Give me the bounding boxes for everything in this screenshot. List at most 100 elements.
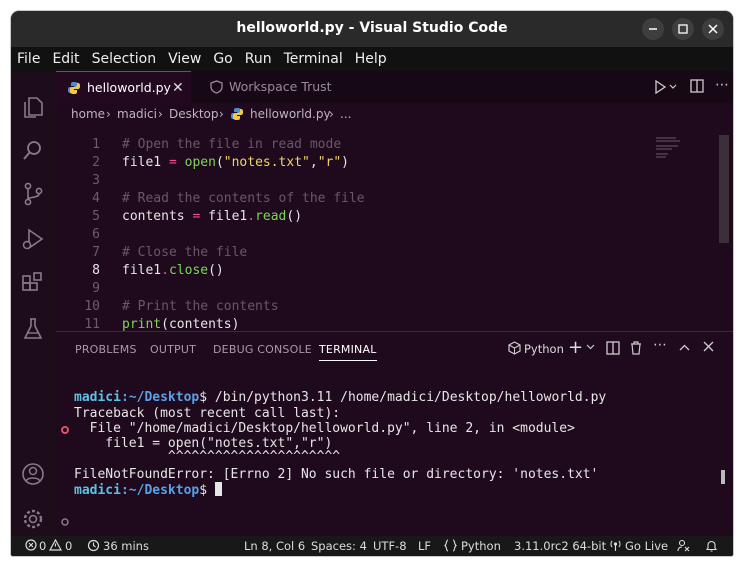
- menu-run[interactable]: Run: [239, 47, 278, 71]
- terminal-prompt: madici:~/Desktop$: [74, 482, 222, 498]
- minimize-button[interactable]: [642, 18, 664, 40]
- new-terminal-plus-icon[interactable]: +: [568, 337, 583, 358]
- python-interpreter[interactable]: 3.11.0rc2 64-bit: [514, 536, 606, 556]
- warning-count[interactable]: 0: [65, 536, 72, 556]
- status-bar: 0 0 36 mins Ln 8, Col 6 Spaces: 4 UTF-8 …: [11, 536, 733, 556]
- more-actions-icon[interactable]: ⋯: [715, 77, 729, 93]
- run-file-icon[interactable]: [654, 80, 678, 94]
- tab-debug-console[interactable]: DEBUG CONSOLE: [213, 343, 312, 356]
- maximize-button[interactable]: [672, 18, 694, 40]
- code-editor[interactable]: 1 # Open the file in read mode 2 file1 = o…: [56, 125, 733, 332]
- maximize-panel-icon[interactable]: [679, 344, 690, 351]
- feedback-icon[interactable]: [677, 539, 690, 552]
- breadcrumb-home[interactable]: home: [71, 103, 105, 125]
- python-file-icon: [230, 107, 244, 121]
- shield-icon: [210, 80, 223, 94]
- menu-view[interactable]: View: [162, 47, 207, 71]
- search-icon[interactable]: [20, 137, 46, 163]
- breadcrumb: home › madici › Desktop › helloworld.py …: [56, 103, 733, 125]
- activity-bar: [11, 71, 56, 536]
- tab-problems[interactable]: PROBLEMS: [75, 343, 137, 356]
- language-braces-icon: [444, 539, 457, 552]
- code-line-5: contents = file1.read(): [122, 209, 303, 224]
- breadcrumb-madici[interactable]: madici: [117, 103, 157, 125]
- code-line: 2 file1 = open("notes.txt","r"): [56, 154, 656, 172]
- error-circle-icon[interactable]: [25, 539, 37, 551]
- terminal-user: madici: [74, 483, 121, 498]
- trash-icon[interactable]: [630, 341, 642, 355]
- title-bar: helloworld.py - Visual Studio Code: [11, 11, 733, 47]
- split-terminal-icon[interactable]: [606, 341, 620, 355]
- traceback-line: ^^^^^^^^^^^^^^^^^^^^^^: [74, 449, 341, 464]
- line-number: 4: [92, 191, 100, 206]
- code-line: 5 contents = file1.read(): [56, 208, 656, 226]
- line-number: 5: [92, 209, 100, 224]
- menu-help[interactable]: Help: [349, 47, 393, 71]
- tab-workspace-trust[interactable]: Workspace Trust: [196, 71, 336, 103]
- menu-edit[interactable]: Edit: [46, 47, 85, 71]
- terminal-scrollbar[interactable]: [721, 470, 725, 484]
- code-line: 10 # Print the contents: [56, 298, 656, 316]
- code-line: 8 file1.close(): [56, 262, 656, 280]
- menu-bar: File Edit Selection View Go Run Terminal Help: [11, 47, 733, 71]
- testing-flask-icon[interactable]: [20, 316, 46, 342]
- code-line: 9: [56, 280, 656, 298]
- history-clock-icon[interactable]: [87, 539, 100, 552]
- code-line: 4 # Read the contents of the file: [56, 190, 656, 208]
- line-number: 6: [92, 227, 100, 242]
- line-number: 7: [92, 245, 100, 260]
- code-line: 3: [56, 172, 656, 190]
- line-ending[interactable]: LF: [418, 536, 431, 556]
- cursor-position[interactable]: Ln 8, Col 6: [244, 536, 305, 556]
- chevron-right-icon: ›: [219, 107, 224, 121]
- tab-terminal[interactable]: TERMINAL: [319, 343, 377, 361]
- terminal-user: madici: [74, 390, 121, 405]
- breadcrumb-file[interactable]: helloworld.py: [250, 103, 331, 125]
- account-icon[interactable]: [20, 461, 46, 487]
- language-mode[interactable]: Python: [461, 536, 501, 556]
- terminal-shell-label[interactable]: Python: [524, 342, 564, 356]
- code-line-8: file1.close(): [122, 263, 224, 278]
- indentation[interactable]: Spaces: 4: [311, 536, 367, 556]
- close-window-button[interactable]: [702, 18, 724, 40]
- editor-scrollbar[interactable]: [719, 135, 729, 243]
- traceback-line: File "/home/madici/Desktop/helloworld.py…: [74, 421, 575, 436]
- menu-go[interactable]: Go: [207, 47, 238, 71]
- error-count[interactable]: 0: [39, 536, 46, 556]
- split-editor-icon[interactable]: [690, 79, 704, 93]
- menu-terminal[interactable]: Terminal: [278, 47, 349, 71]
- code-text: # Open the file in read mode: [122, 137, 342, 152]
- terminal-prompt-symbol: $: [199, 483, 208, 498]
- warning-triangle-icon[interactable]: [49, 539, 62, 551]
- explorer-icon[interactable]: [20, 93, 46, 119]
- python-file-icon: [67, 81, 81, 95]
- run-debug-icon[interactable]: [20, 226, 46, 252]
- code-text: # Read the contents of the file: [122, 191, 365, 206]
- terminal-cursor: [214, 482, 222, 496]
- broadcast-icon: [609, 539, 622, 552]
- notifications-bell-icon[interactable]: [705, 539, 718, 552]
- breadcrumb-more[interactable]: ...: [340, 103, 351, 125]
- encoding[interactable]: UTF-8: [373, 536, 407, 556]
- panel-tabs: PROBLEMS OUTPUT DEBUG CONSOLE TERMINAL P…: [56, 332, 733, 366]
- chevron-down-icon[interactable]: [586, 344, 595, 350]
- code-line: 7 # Close the file: [56, 244, 656, 262]
- menu-selection[interactable]: Selection: [86, 47, 163, 71]
- source-control-icon[interactable]: [20, 181, 46, 207]
- tab-output[interactable]: OUTPUT: [150, 343, 196, 356]
- settings-gear-icon[interactable]: [20, 506, 46, 532]
- terminal-path: :~/Desktop: [120, 390, 200, 405]
- more-actions-icon[interactable]: ⋯: [653, 337, 667, 353]
- tab-helloworld[interactable]: helloworld.py ✕: [56, 71, 191, 104]
- traceback-line: Traceback (most recent call last):: [74, 406, 341, 421]
- chevron-right-icon: ›: [329, 107, 334, 121]
- session-time[interactable]: 36 mins: [103, 536, 149, 556]
- code-line-2: file1 = open("notes.txt","r"): [122, 155, 349, 170]
- extensions-icon[interactable]: [20, 271, 46, 297]
- breadcrumb-desktop[interactable]: Desktop: [169, 103, 219, 125]
- go-live-button[interactable]: Go Live: [625, 536, 668, 556]
- close-panel-icon[interactable]: [703, 341, 714, 352]
- minimap[interactable]: [656, 135, 688, 175]
- tab-close-icon[interactable]: ✕: [172, 72, 184, 104]
- menu-file[interactable]: File: [11, 47, 46, 71]
